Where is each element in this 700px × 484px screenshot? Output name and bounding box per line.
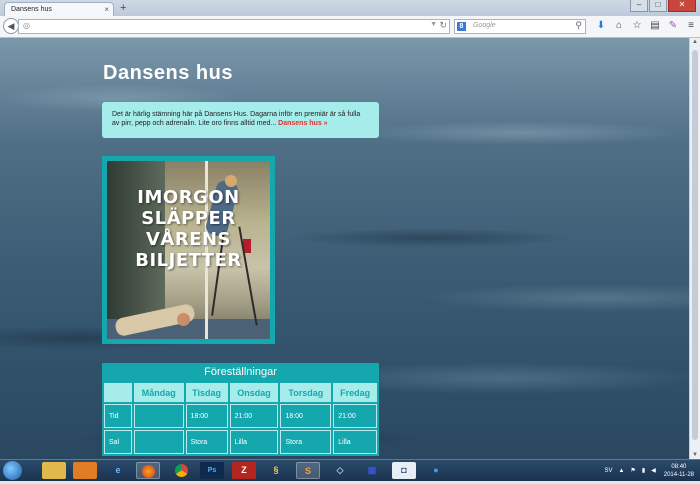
search-engine-icon[interactable]: 8 bbox=[457, 22, 466, 31]
nav-toolbar: ◀ ◎ ▼ ↻ 8 Google ⚲ ⬇ ⌂ ☆ ▤ ✎ ≡ bbox=[0, 16, 700, 38]
search-bar[interactable]: 8 Google ⚲ bbox=[454, 19, 586, 34]
promo-caption: IMORGON SLÄPPER VÅRENS BILJETTER bbox=[135, 187, 242, 271]
column-header: Tisdag bbox=[185, 383, 228, 402]
volume-icon[interactable]: ◀ bbox=[651, 467, 656, 474]
column-header: Onsdag bbox=[229, 383, 279, 402]
menu-icon[interactable]: ≡ bbox=[682, 20, 700, 31]
page-title: Dansens hus bbox=[103, 62, 233, 84]
dance-photo: IMORGON SLÄPPER VÅRENS BILJETTER bbox=[107, 161, 270, 339]
photo-lying-head bbox=[177, 313, 190, 326]
sublime-icon[interactable]: S bbox=[296, 462, 320, 479]
chrome-icon[interactable] bbox=[169, 462, 193, 479]
performances-table: Måndag Tisdag Onsdag Torsdag Fredag Tid … bbox=[102, 381, 379, 456]
table-cell: Lilla bbox=[229, 430, 279, 454]
firefox-icon[interactable] bbox=[136, 462, 160, 479]
table-cell: Stora bbox=[280, 430, 332, 454]
promo-banner[interactable]: IMORGON SLÄPPER VÅRENS BILJETTER bbox=[102, 156, 275, 344]
app-icon[interactable]: ◘ bbox=[392, 462, 416, 479]
page-content: Dansens hus Det är härlig stämning här p… bbox=[0, 38, 689, 459]
back-button[interactable]: ◀ bbox=[3, 18, 19, 34]
taskbar: e Ps Z § S ◇ ▦ ◘ ● SV ▲ ⚑ ▮ ◀ 08:40 2014… bbox=[0, 459, 700, 481]
table-cell: 21:00 bbox=[333, 404, 377, 428]
search-placeholder: Google bbox=[473, 22, 496, 29]
tray-expand-icon[interactable]: ▲ bbox=[618, 468, 624, 474]
table-cell: 18:00 bbox=[280, 404, 332, 428]
table-cell: 18:00 bbox=[185, 404, 228, 428]
firefox-glyph-icon bbox=[141, 465, 155, 478]
close-window-button[interactable]: ✕ bbox=[668, 0, 696, 12]
start-button[interactable] bbox=[3, 461, 22, 480]
home-icon[interactable]: ⌂ bbox=[610, 20, 628, 31]
window-controls: – □ ✕ bbox=[629, 0, 696, 12]
column-header: Torsdag bbox=[280, 383, 332, 402]
table-cell: 21:00 bbox=[229, 404, 279, 428]
table-cell: Tid bbox=[104, 404, 132, 428]
bookmarks-list-icon[interactable]: ▤ bbox=[646, 20, 664, 31]
table-cell: Sal bbox=[104, 430, 132, 454]
maximize-button[interactable]: □ bbox=[649, 0, 667, 12]
table-header-row: Måndag Tisdag Onsdag Torsdag Fredag bbox=[104, 383, 377, 402]
new-tab-button[interactable]: + bbox=[120, 1, 126, 15]
vertical-scrollbar[interactable]: ▲ ▼ bbox=[689, 38, 700, 459]
clock[interactable]: 08:40 2014-11-28 bbox=[664, 463, 694, 479]
toolbar-icons: ⬇ ⌂ ☆ ▤ ✎ ≡ bbox=[592, 20, 700, 31]
tab-title: Dansens hus bbox=[11, 6, 52, 13]
network-icon[interactable]: ▮ bbox=[642, 467, 645, 474]
media-player-icon[interactable] bbox=[73, 462, 97, 479]
filezilla-icon[interactable]: Z bbox=[232, 462, 256, 479]
python-icon[interactable]: § bbox=[264, 462, 288, 479]
table-cell bbox=[134, 404, 184, 428]
pen-icon[interactable]: ✎ bbox=[664, 20, 682, 31]
flag-icon[interactable]: ⚑ bbox=[630, 467, 635, 474]
reload-icon[interactable]: ↻ bbox=[439, 20, 447, 31]
column-header bbox=[104, 383, 132, 402]
intro-box: Det är härlig stämning här på Dansens Hu… bbox=[102, 102, 379, 138]
table-cell: Stora bbox=[185, 430, 228, 454]
ie-icon[interactable]: e bbox=[106, 462, 130, 479]
search-icon[interactable]: ⚲ bbox=[575, 20, 582, 31]
column-header: Måndag bbox=[134, 383, 184, 402]
tab-close-icon[interactable]: × bbox=[104, 3, 109, 17]
tab-bar: Dansens hus × + – □ ✕ bbox=[0, 0, 700, 16]
clock-date: 2014-11-28 bbox=[663, 471, 694, 478]
scroll-down-icon[interactable]: ▼ bbox=[692, 452, 698, 458]
scroll-thumb[interactable] bbox=[692, 50, 698, 440]
back-arrow-icon: ◀ bbox=[7, 21, 15, 31]
system-tray: SV ▲ ⚑ ▮ ◀ 08:40 2014-11-28 bbox=[598, 461, 694, 480]
schedule-table: Föreställningar Måndag Tisdag Onsdag Tor… bbox=[102, 363, 379, 456]
explorer-icon[interactable] bbox=[42, 462, 66, 479]
browser-tab[interactable]: Dansens hus × bbox=[4, 2, 114, 16]
column-header: Fredag bbox=[333, 383, 377, 402]
scroll-up-icon[interactable]: ▲ bbox=[692, 39, 698, 45]
chrome-glyph-icon bbox=[174, 464, 188, 477]
photo-dancer-head bbox=[225, 175, 237, 187]
language-indicator[interactable]: SV bbox=[604, 468, 612, 474]
dropdown-arrow-icon[interactable]: ▼ bbox=[430, 21, 437, 28]
virtualbox-icon[interactable]: ◇ bbox=[328, 462, 352, 479]
download-icon[interactable]: ⬇ bbox=[592, 20, 610, 31]
grid-app-icon[interactable]: ▦ bbox=[360, 462, 384, 479]
minimize-button[interactable]: – bbox=[630, 0, 648, 12]
table-row: Sal Stora Lilla Stora Lilla bbox=[104, 430, 377, 454]
address-bar[interactable]: ◎ ▼ ↻ bbox=[18, 19, 450, 34]
photoshop-icon[interactable]: Ps bbox=[200, 462, 224, 479]
bookmark-star-icon[interactable]: ☆ bbox=[628, 20, 646, 31]
globe-icon: ◎ bbox=[23, 21, 30, 30]
schedule-title: Föreställningar bbox=[102, 363, 379, 381]
table-row: Tid 18:00 21:00 18:00 21:00 bbox=[104, 404, 377, 428]
table-cell: Lilla bbox=[333, 430, 377, 454]
globe-app-icon[interactable]: ● bbox=[424, 462, 448, 479]
dansens-hus-link[interactable]: Dansens hus » bbox=[278, 120, 327, 127]
table-cell bbox=[134, 430, 184, 454]
clock-time: 08:40 bbox=[671, 463, 687, 470]
